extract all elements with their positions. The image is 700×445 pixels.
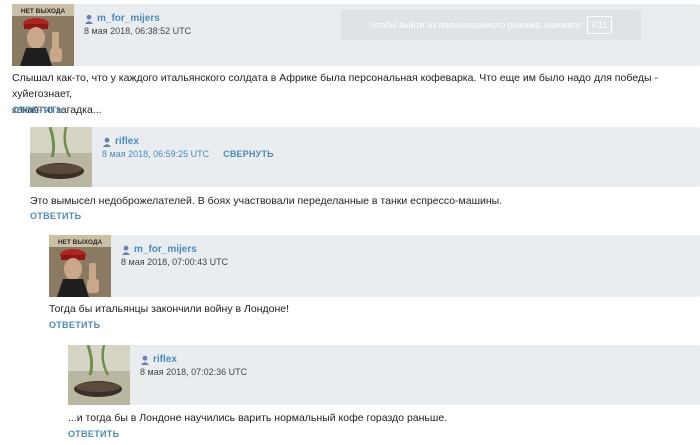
- reply-button[interactable]: ОТВЕТИТЬ: [12, 105, 63, 115]
- fullscreen-key: F11: [587, 16, 612, 34]
- comment-1: НЕТ ВЫХОДА m_for_mijers 8 мая 2018, 06:3…: [12, 4, 700, 116]
- author-link[interactable]: riflex: [115, 136, 139, 147]
- author-link[interactable]: m_for_mijers: [134, 244, 197, 255]
- author-link[interactable]: riflex: [153, 354, 177, 365]
- comment-text: ...и тогда бы в Лондоне научились варить…: [68, 412, 448, 424]
- avatar-caption: НЕТ ВЫХОДА: [58, 239, 103, 246]
- date-line: 8 мая 2018, 07:02:36 UTC: [140, 367, 247, 377]
- reply-button[interactable]: ОТВЕТИТЬ: [30, 211, 81, 221]
- reply-button[interactable]: ОТВЕТИТЬ: [68, 429, 119, 439]
- date-line: 8 мая 2018, 07:00:43 UTC: [121, 257, 228, 267]
- avatar[interactable]: [68, 345, 130, 405]
- fullscreen-hint-text: Чтобы выйти из полноэкранного режима, на…: [370, 20, 582, 30]
- comment-text: Слышал как-то, что у каждого итальянског…: [12, 70, 692, 118]
- comment-text-line: какая-то загадка...: [12, 104, 102, 116]
- user-icon: [140, 355, 150, 365]
- author-line: m_for_mijers: [84, 13, 160, 24]
- collapse-button[interactable]: СВЕРНУТЬ: [223, 149, 274, 159]
- comment-header: НЕТ ВЫХОДА m_for_mijers 8 мая 2018, 06:3…: [12, 4, 700, 66]
- comment-text-line: Слышал как-то, что у каждого итальянског…: [12, 72, 658, 100]
- comment-3: НЕТ ВЫХОДА m_for_mijers 8 мая 2018, 07:0…: [49, 235, 700, 333]
- comment-thread: НЕТ ВЫХОДА m_for_mijers 8 мая 2018, 06:3…: [0, 0, 700, 445]
- date-line: 8 мая 2018, 06:59:25 UTC СВЕРНУТЬ: [102, 149, 274, 159]
- author-line: riflex: [140, 354, 177, 365]
- comment-header: riflex 8 мая 2018, 07:02:36 UTC: [68, 345, 700, 405]
- author-line: m_for_mijers: [121, 244, 197, 255]
- author-link[interactable]: m_for_mijers: [97, 13, 160, 24]
- avatar-caption: НЕТ ВЫХОДА: [21, 8, 66, 15]
- comment-header: riflex 8 мая 2018, 06:59:25 UTC СВЕРНУТЬ: [30, 127, 700, 187]
- date-line: 8 мая 2018, 06:38:52 UTC: [84, 26, 191, 36]
- avatar[interactable]: НЕТ ВЫХОДА: [49, 235, 111, 297]
- comment-2: riflex 8 мая 2018, 06:59:25 UTC СВЕРНУТЬ…: [30, 127, 700, 225]
- author-line: riflex: [102, 136, 139, 147]
- reply-button[interactable]: ОТВЕТИТЬ: [49, 320, 100, 330]
- user-icon: [84, 14, 94, 24]
- user-icon: [121, 245, 131, 255]
- fullscreen-hint: Чтобы выйти из полноэкранного режима, на…: [341, 10, 641, 40]
- comment-date[interactable]: 8 мая 2018, 07:02:36 UTC: [140, 367, 247, 377]
- comment-header: НЕТ ВЫХОДА m_for_mijers 8 мая 2018, 07:0…: [49, 235, 700, 297]
- comment-date[interactable]: 8 мая 2018, 06:59:25 UTC: [102, 149, 209, 159]
- user-icon: [102, 137, 112, 147]
- avatar[interactable]: НЕТ ВЫХОДА: [12, 4, 74, 66]
- comment-4: riflex 8 мая 2018, 07:02:36 UTC ...и тог…: [68, 345, 700, 443]
- comment-text: Тогда бы итальянцы закончили войну в Лон…: [49, 303, 290, 315]
- avatar[interactable]: [30, 127, 92, 187]
- comment-date[interactable]: 8 мая 2018, 07:00:43 UTC: [121, 257, 228, 267]
- comment-date[interactable]: 8 мая 2018, 06:38:52 UTC: [84, 26, 191, 36]
- comment-text: Это вымысел недоброжелателей. В боях уча…: [30, 195, 503, 207]
